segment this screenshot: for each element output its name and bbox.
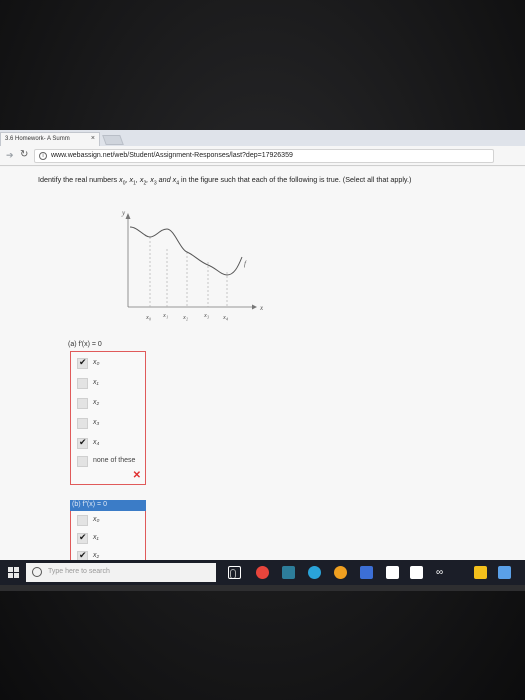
app-icon-teal[interactable] [282,566,295,579]
function-graph: y x f x₀ x₁ x₂ x₃ x₄ [121,209,264,321]
app-icon-red[interactable] [256,566,269,579]
monitor-bezel [0,585,525,591]
app-icon-light-blue[interactable] [498,566,511,579]
checkbox[interactable] [77,456,88,467]
option-label: x₄ [93,439,100,446]
instructions-text-end: in the figure such that each of the foll… [178,175,412,184]
cortana-circle-icon [32,567,42,577]
curve-f [129,226,243,276]
var-x: , x [146,175,154,184]
dashed-guides [149,237,228,307]
checkbox-checked[interactable] [77,357,88,369]
x-axis-arrow [252,304,257,310]
taskbar-search[interactable]: Type here to search [26,563,236,582]
checkbox[interactable] [77,398,88,409]
start-pane [8,567,13,572]
browser-tab[interactable]: 3.6 Homework- A Summ × [0,132,100,146]
tick-label-x0: x₀ [145,314,151,321]
windows-taskbar: Type here to search ∞ [0,560,525,585]
tick-labels: x₀ x₁ x₂ x₃ x₄ [145,312,229,321]
task-view-icon[interactable] [228,566,241,579]
app-icon-yellow[interactable] [474,566,487,579]
monitor-screen: 3.6 Homework- A Summ × ➔ ↻ i www.webassi… [0,130,525,585]
option-label: none of these [93,457,136,464]
windows-start-icon[interactable] [8,567,19,578]
info-icon[interactable]: i [39,152,47,160]
curve-label: f [244,260,247,268]
chrome-icon[interactable] [334,566,347,579]
question-instructions: Identify the real numbers x0, x1, x2, x3… [38,175,411,186]
checkbox[interactable] [77,378,88,389]
search-placeholder: Type here to search [48,568,110,575]
part-b-header: (b) f″(x) = 0 [70,500,146,511]
part-a-options: x₀ x₁ x₂ x₃ x₄ none of these ✕ [70,351,146,485]
webassign-page: Identify the real numbers x0, x1, x2, x3… [0,167,525,571]
checkbox[interactable] [77,515,88,526]
start-pane [8,573,13,578]
tick-label-x2: x₂ [182,314,189,321]
app-icon-white[interactable] [386,566,399,579]
app-icon-blue[interactable] [308,566,321,579]
store-icon[interactable] [410,566,423,579]
option-label: x₂ [93,552,100,559]
reload-icon[interactable]: ↻ [20,149,28,160]
x-axis-label: x [259,304,264,312]
option-label: x₁ [93,534,99,541]
y-axis-arrow [125,213,131,219]
incorrect-x-icon: ✕ [132,470,141,481]
infinity-icon[interactable]: ∞ [436,566,454,579]
app-icon-blue-2[interactable] [360,566,373,579]
instructions-text-start: Identify the real numbers [38,175,120,184]
option-label: x₀ [93,516,100,523]
part-b-label: (b) f″(x) = 0 [72,501,107,508]
var-x: and x [156,175,177,184]
browser-toolbar: ➔ ↻ i www.webassign.net/web/Student/Assi… [0,146,525,166]
tab-strip: 3.6 Homework- A Summ × [0,130,525,146]
checkbox-checked[interactable] [77,532,88,544]
forward-arrow-icon[interactable]: ➔ [6,150,14,161]
checkbox-checked[interactable] [77,437,88,449]
new-tab-button[interactable] [102,135,124,145]
start-pane [14,567,19,572]
tick-label-x4: x₄ [222,314,229,321]
option-label: x₁ [93,379,99,386]
y-axis-label: y [121,209,126,217]
tab-close-icon[interactable]: × [91,135,95,142]
address-bar[interactable]: i www.webassign.net/web/Student/Assignme… [34,149,494,163]
option-label: x₀ [93,359,100,366]
part-a-label: (a) f′(x) = 0 [68,341,102,348]
url-text: www.webassign.net/web/Student/Assignment… [51,152,293,159]
tick-label-x1: x₁ [162,312,168,319]
checkbox[interactable] [77,418,88,429]
tab-title: 3.6 Homework- A Summ [5,136,70,142]
tick-label-x3: x₃ [203,312,209,319]
option-label: x₂ [93,399,100,406]
option-label: x₃ [93,419,100,426]
start-pane [14,573,19,578]
var-x: , x [125,175,134,184]
